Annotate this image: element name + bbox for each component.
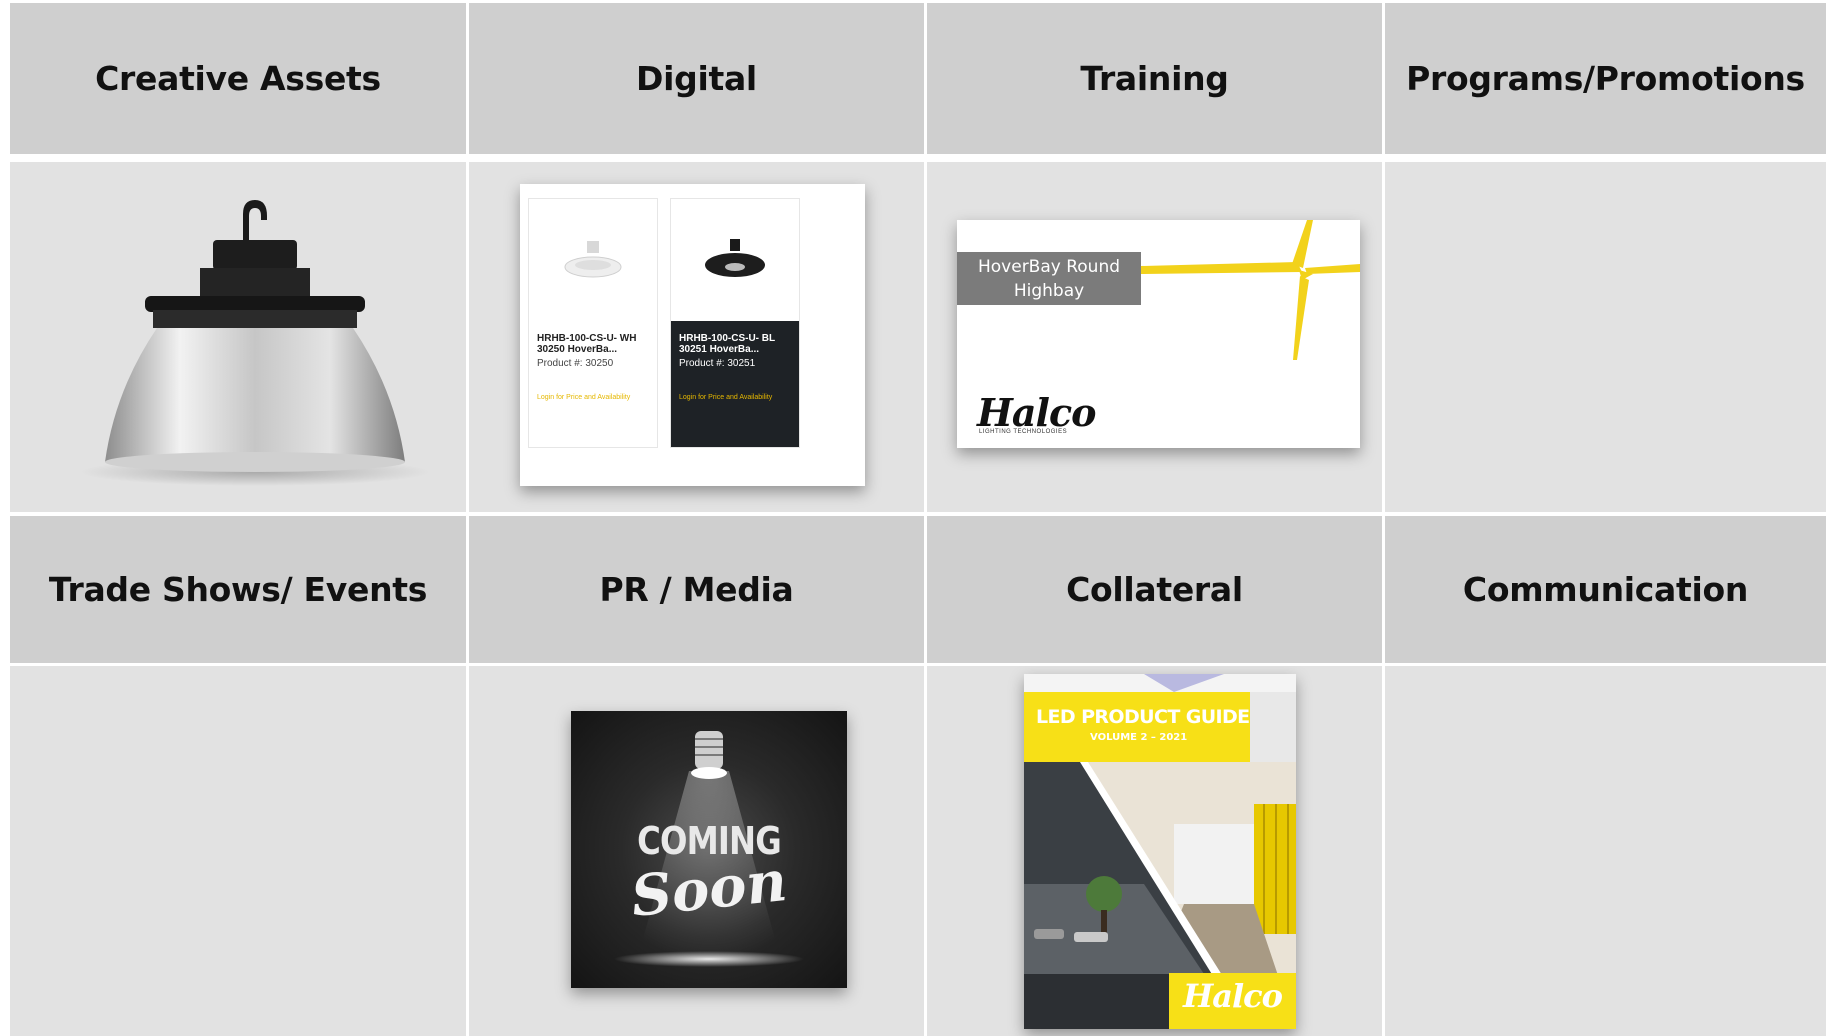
guide-logo-box: Halco — [1169, 973, 1296, 1029]
black-highbay-thumbnail — [671, 199, 799, 321]
tile-header-programs-promotions[interactable]: Programs/Promotions — [1385, 3, 1826, 154]
tile-body-pr-media[interactable]: COMING Soon — [469, 666, 924, 1036]
login-link[interactable]: Login for Price and Availability — [537, 394, 649, 401]
guide-title: LED PRODUCT GUIDE — [1036, 706, 1250, 728]
product-name[interactable]: HRHB-100-CS-U- WH 30250 HoverBa... — [537, 333, 649, 355]
tile-body-training[interactable]: HoverBay Round Highbay Halco LIGHTING TE… — [927, 162, 1382, 512]
login-link[interactable]: Login for Price and Availability — [679, 394, 791, 401]
highbay-lamp-image — [80, 200, 430, 486]
tile-body-trade-shows-events[interactable] — [10, 666, 466, 1036]
tile-label: Trade Shows/ Events — [48, 570, 428, 609]
guide-title-banner: LED PRODUCT GUIDE VOLUME 2 – 2021 — [1024, 692, 1250, 762]
training-topic-tag: HoverBay Round Highbay — [957, 252, 1141, 305]
coming-soon-spotlight-image: COMING Soon — [571, 711, 847, 988]
tile-label: Creative Assets — [95, 59, 381, 98]
asset-grid: Creative Assets Digital Training Program… — [0, 0, 1826, 1036]
halco-logo: Halco — [1183, 977, 1283, 1015]
product-name[interactable]: HRHB-100-CS-U- BL 30251 HoverBa... — [679, 333, 791, 355]
product-info: HRHB-100-CS-U- WH 30250 HoverBa... Produ… — [529, 321, 657, 447]
product-guide-cover-image: LED PRODUCT GUIDE VOLUME 2 – 2021 Halco — [1024, 674, 1296, 1029]
digital-webpage-preview: HRHB-100-CS-U- WH 30250 HoverBa... Produ… — [520, 184, 865, 486]
product-card[interactable]: HRHB-100-CS-U- BL 30251 HoverBa... Produ… — [670, 198, 800, 448]
tile-body-collateral[interactable]: LED PRODUCT GUIDE VOLUME 2 – 2021 Halco — [927, 666, 1382, 1036]
tile-header-communication[interactable]: Communication — [1385, 516, 1826, 663]
tile-label: Training — [1080, 59, 1229, 98]
product-number: Product #: 30250 — [537, 358, 614, 369]
halco-logo-subtitle: LIGHTING TECHNOLOGIES — [979, 429, 1068, 435]
product-card[interactable]: HRHB-100-CS-U- WH 30250 HoverBa... Produ… — [528, 198, 658, 448]
tile-header-collateral[interactable]: Collateral — [927, 516, 1382, 663]
tile-label: Digital — [636, 59, 757, 98]
tile-header-digital[interactable]: Digital — [469, 3, 924, 154]
tile-label: Collateral — [1066, 570, 1243, 609]
tile-body-digital[interactable]: HRHB-100-CS-U- WH 30250 HoverBa... Produ… — [469, 162, 924, 512]
guide-subtitle: VOLUME 2 – 2021 — [1090, 732, 1188, 743]
white-highbay-thumbnail — [529, 199, 657, 321]
tile-body-creative-assets[interactable] — [10, 162, 466, 512]
product-info: HRHB-100-CS-U- BL 30251 HoverBa... Produ… — [671, 321, 799, 447]
tile-label: Communication — [1462, 570, 1749, 609]
tile-header-trade-shows-events[interactable]: Trade Shows/ Events — [10, 516, 466, 663]
tile-label: Programs/Promotions — [1406, 59, 1805, 98]
tile-header-training[interactable]: Training — [927, 3, 1382, 154]
tile-body-communication[interactable] — [1385, 666, 1826, 1036]
tile-label: PR / Media — [599, 570, 794, 609]
tile-body-programs-promotions[interactable] — [1385, 162, 1826, 512]
tile-header-pr-media[interactable]: PR / Media — [469, 516, 924, 663]
product-number: Product #: 30251 — [679, 358, 756, 369]
tile-header-creative-assets[interactable]: Creative Assets — [10, 3, 466, 154]
training-slide-preview: HoverBay Round Highbay Halco LIGHTING TE… — [957, 220, 1360, 448]
